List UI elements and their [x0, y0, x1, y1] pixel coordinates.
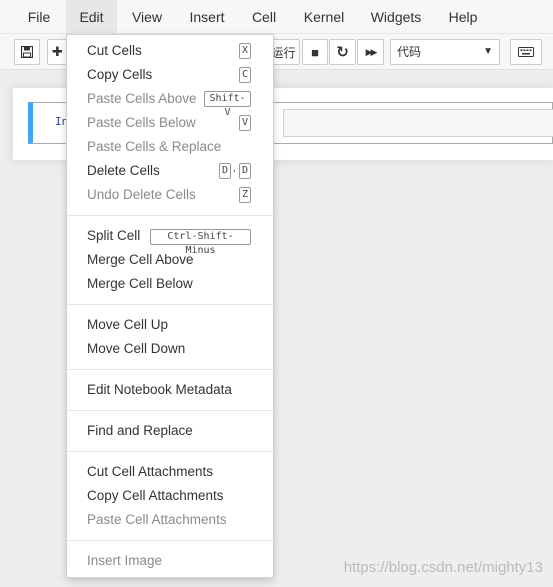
restart-run-all-button[interactable]: ▶▶: [357, 39, 384, 65]
menu-item-cut-cells[interactable]: Cut Cells: [87, 40, 142, 62]
menu-divider: [67, 451, 273, 452]
menu-item-split-cell[interactable]: Split Cell: [87, 225, 140, 247]
shortcut-separator: ,: [233, 163, 236, 174]
edit-dropdown-menu: Cut Cells X Copy Cells C Paste Cells Abo…: [66, 34, 274, 578]
menu-divider: [67, 540, 273, 541]
menu-view[interactable]: View: [124, 0, 170, 34]
menu-item-paste-cells-above[interactable]: Paste Cells Above: [87, 88, 197, 110]
menu-file[interactable]: File: [18, 0, 60, 34]
interrupt-kernel-button[interactable]: ■: [302, 39, 328, 65]
shortcut-key: V: [239, 115, 251, 131]
shortcut-key: Shift-V: [204, 91, 251, 118]
command-palette-button[interactable]: [510, 39, 542, 65]
menu-item-move-cell-down[interactable]: Move Cell Down: [87, 338, 185, 360]
menu-item-paste-cell-attachments[interactable]: Paste Cell Attachments: [87, 509, 227, 531]
chevron-down-icon: ▼: [483, 46, 493, 57]
shortcut-key: D: [239, 163, 251, 179]
shortcut-key: X: [239, 43, 251, 59]
menu-item-insert-image[interactable]: Insert Image: [87, 550, 162, 572]
menu-kernel[interactable]: Kernel: [299, 0, 349, 34]
restart-icon: ↻: [336, 44, 349, 61]
menu-insert[interactable]: Insert: [182, 0, 232, 34]
run-label: 运行: [271, 45, 296, 60]
cell-type-select[interactable]: 代码 ▼: [390, 39, 500, 65]
restart-kernel-button[interactable]: ↻: [329, 39, 356, 65]
menu-edit[interactable]: Edit: [66, 0, 117, 34]
menu-item-move-cell-up[interactable]: Move Cell Up: [87, 314, 168, 336]
save-button[interactable]: [14, 39, 40, 65]
stop-icon: ■: [311, 44, 319, 60]
insert-cell-button[interactable]: ✚: [47, 39, 67, 65]
menu-item-find-and-replace[interactable]: Find and Replace: [87, 420, 193, 442]
menu-divider: [67, 215, 273, 216]
shortcut-key: D: [219, 163, 231, 179]
save-icon: [21, 46, 33, 58]
menu-item-delete-cells[interactable]: Delete Cells: [87, 160, 160, 182]
watermark-text: https://blog.csdn.net/mighty13: [343, 559, 543, 576]
menu-item-edit-notebook-metadata[interactable]: Edit Notebook Metadata: [87, 379, 232, 401]
menu-divider: [67, 410, 273, 411]
fast-forward-icon: ▶▶: [365, 46, 378, 57]
menu-cell[interactable]: Cell: [246, 0, 282, 34]
menubar: File Edit View Insert Cell Kernel Widget…: [0, 0, 553, 34]
menu-item-paste-cells-below[interactable]: Paste Cells Below: [87, 112, 196, 134]
menu-item-merge-cell-above[interactable]: Merge Cell Above: [87, 249, 194, 271]
menu-item-merge-cell-below[interactable]: Merge Cell Below: [87, 273, 193, 295]
menu-item-undo-delete-cells[interactable]: Undo Delete Cells: [87, 184, 196, 206]
menu-widgets[interactable]: Widgets: [366, 0, 426, 34]
menu-item-copy-cell-attachments[interactable]: Copy Cell Attachments: [87, 485, 224, 507]
cell-type-value: 代码: [397, 45, 422, 59]
menu-divider: [67, 304, 273, 305]
shortcut-key: Ctrl-Shift-Minus: [150, 229, 251, 256]
menu-item-copy-cells[interactable]: Copy Cells: [87, 64, 152, 86]
keyboard-icon: [518, 47, 534, 57]
menu-item-paste-cells-replace[interactable]: Paste Cells & Replace: [87, 136, 221, 158]
shortcut-key: C: [239, 67, 251, 83]
shortcut-key: Z: [239, 187, 251, 203]
cell-input-area[interactable]: [283, 109, 553, 137]
plus-icon: ✚: [52, 44, 63, 59]
menu-help[interactable]: Help: [444, 0, 482, 34]
menu-divider: [67, 369, 273, 370]
menu-item-cut-cell-attachments[interactable]: Cut Cell Attachments: [87, 461, 213, 483]
